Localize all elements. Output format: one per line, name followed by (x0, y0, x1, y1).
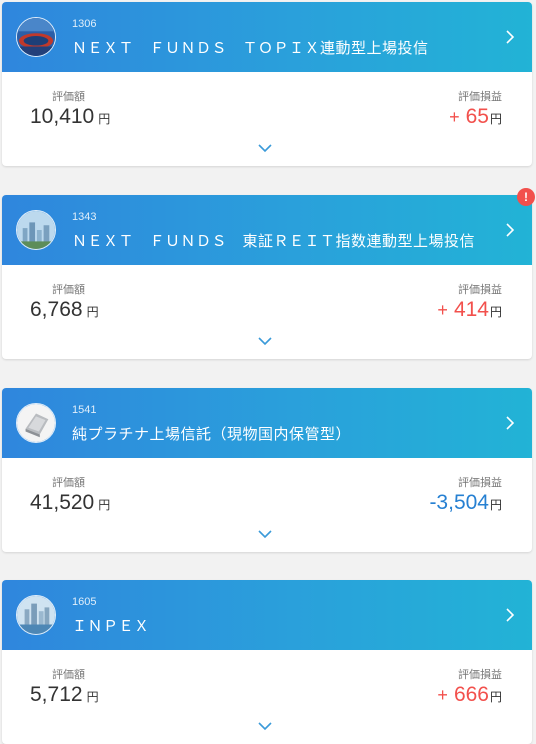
gain-loss-amount: +666円 (437, 683, 502, 707)
gain-loss-amount: +414円 (437, 298, 502, 322)
holding-header[interactable]: 1306 ＮＥＸＴ ＦＵＮＤＳ ＴＯＰＩＸ連動型上場投信 (2, 2, 532, 72)
gain-loss-value: -3,504 (429, 491, 489, 514)
holding-body: 評価額 評価損益 6,768 円 +414円 (2, 265, 532, 359)
yen-unit: 円 (86, 305, 99, 319)
gain-loss-amount: -3,504円 (429, 491, 502, 515)
gain-loss-value: 414 (453, 298, 489, 321)
gain-sign: + (437, 685, 448, 705)
gain-loss-amount: +65円 (449, 105, 502, 129)
chevron-right-icon[interactable] (502, 414, 518, 432)
holding-header[interactable]: 1605 ＩＮＰＥＸ (2, 580, 532, 650)
stadium-photo-icon (16, 17, 56, 57)
security-code: 1306 (72, 18, 97, 30)
holding-body: 評価額 評価損益 41,520 円 -3,504円 (2, 458, 532, 552)
yen-unit: 円 (489, 305, 502, 319)
gain-sign: + (449, 107, 460, 127)
gain-loss-label: 評価損益 (458, 476, 502, 489)
security-code: 1605 (72, 596, 97, 608)
chevron-down-icon[interactable] (256, 142, 274, 154)
gain-loss-value: 65 (465, 105, 489, 128)
valuation-value: 6,768 (30, 298, 83, 321)
chevron-right-icon[interactable] (502, 606, 518, 624)
holding-header[interactable]: 1541 純プラチナ上場信託（現物国内保管型） (2, 388, 532, 458)
yen-unit: 円 (489, 498, 502, 512)
gain-loss-label: 評価損益 (458, 668, 502, 681)
valuation-value: 10,410 (30, 105, 95, 128)
valuation-value: 5,712 (30, 683, 83, 706)
holding-header[interactable]: 1343 ＮＥＸＴ ＦＵＮＤＳ 東証ＲＥＩＴ指数連動型上場投信 ! (2, 188, 535, 265)
gain-loss-label: 評価損益 (458, 283, 502, 296)
alert-badge[interactable]: ! (517, 188, 535, 206)
security-name: ＮＥＸＴ ＦＵＮＤＳ ＴＯＰＩＸ連動型上場投信 (72, 39, 429, 57)
holding-body: 評価額 評価損益 5,712 円 +666円 (2, 650, 532, 744)
yen-unit: 円 (489, 112, 502, 126)
yen-unit: 円 (98, 112, 111, 126)
valuation-amount: 6,768 円 (30, 298, 99, 322)
chevron-down-icon[interactable] (256, 528, 274, 540)
valuation-label: 評価額 (52, 476, 85, 489)
security-code: 1343 (72, 211, 97, 223)
holding-card: 1343 ＮＥＸＴ ＦＵＮＤＳ 東証ＲＥＩＴ指数連動型上場投信 ! 評価額 評価… (2, 188, 535, 359)
security-name: 純プラチナ上場信託（現物国内保管型） (72, 425, 352, 443)
valuation-amount: 41,520 円 (30, 491, 110, 515)
valuation-label: 評価額 (52, 283, 85, 296)
security-code: 1541 (72, 404, 97, 416)
security-name: ＩＮＰＥＸ (72, 617, 150, 635)
valuation-amount: 5,712 円 (30, 683, 99, 707)
chevron-right-icon[interactable] (502, 28, 518, 46)
holding-body: 評価額 評価損益 10,410 円 +65円 (2, 72, 532, 166)
holding-card: 1306 ＮＥＸＴ ＦＵＮＤＳ ＴＯＰＩＸ連動型上場投信 評価額 評価損益 10… (2, 2, 532, 166)
chevron-down-icon[interactable] (256, 720, 274, 732)
valuation-label: 評価額 (52, 90, 85, 103)
security-name: ＮＥＸＴ ＦＵＮＤＳ 東証ＲＥＩＴ指数連動型上場投信 (72, 232, 476, 250)
yen-unit: 円 (98, 498, 111, 512)
city-skyline-photo-icon (16, 210, 56, 250)
gain-sign: + (437, 300, 448, 320)
city-harbor-photo-icon (16, 595, 56, 635)
valuation-label: 評価額 (52, 668, 85, 681)
chevron-down-icon[interactable] (256, 335, 274, 347)
holding-card: 1541 純プラチナ上場信託（現物国内保管型） 評価額 評価損益 41,520 円… (2, 388, 532, 552)
valuation-amount: 10,410 円 (30, 105, 110, 129)
chevron-right-icon[interactable] (502, 221, 518, 239)
yen-unit: 円 (489, 690, 502, 704)
platinum-bar-photo-icon (16, 403, 56, 443)
gain-loss-label: 評価損益 (458, 90, 502, 103)
holding-card: 1605 ＩＮＰＥＸ 評価額 評価損益 5,712 円 +666円 (2, 580, 532, 744)
gain-loss-value: 666 (453, 683, 489, 706)
yen-unit: 円 (86, 690, 99, 704)
valuation-value: 41,520 (30, 491, 95, 514)
